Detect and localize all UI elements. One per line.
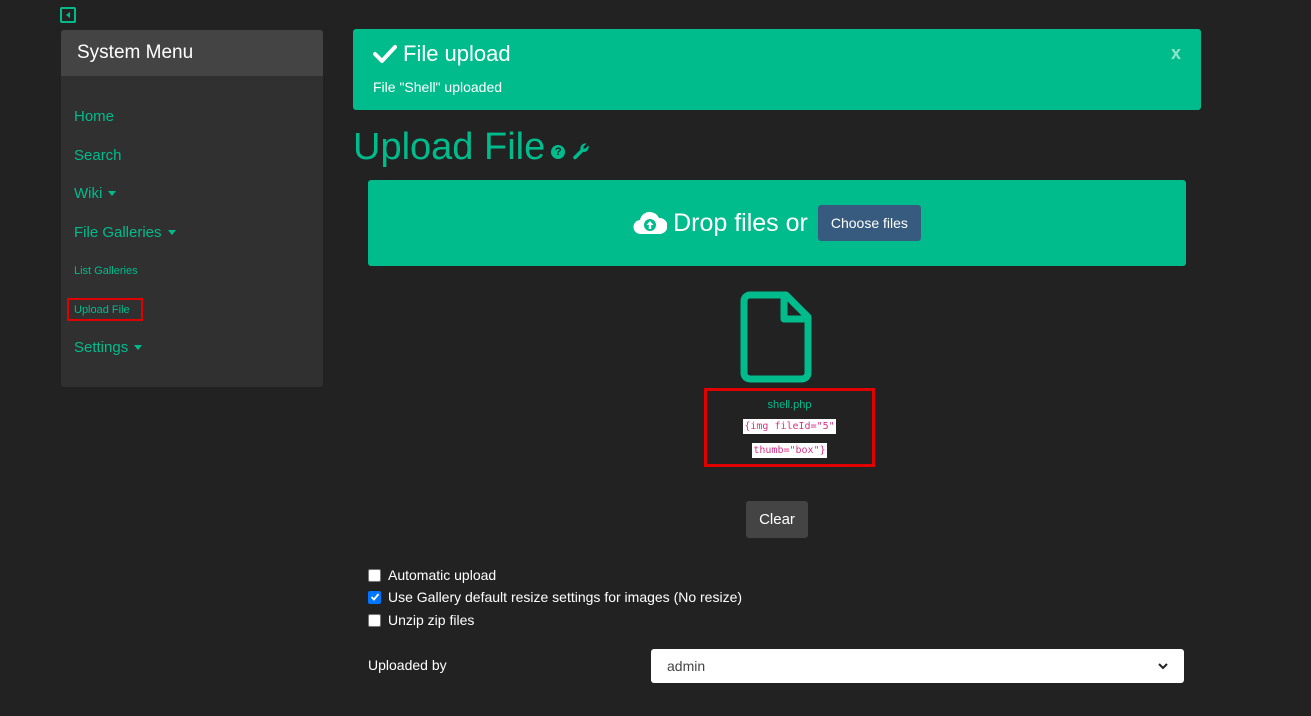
clear-button[interactable]: Clear [746,501,808,538]
sidebar-item-label: File Galleries [74,224,162,241]
caret-down-icon [134,345,143,350]
alert-title: File upload [403,41,511,66]
sidebar-item-settings[interactable]: Settings [74,339,143,356]
success-alert: File upload File "Shell" uploaded x [353,29,1201,110]
sidebar-title: System Menu [61,30,323,76]
unzip-files-checkbox[interactable] [368,613,381,627]
wrench-icon[interactable] [571,141,591,161]
file-embed-code: {img fileId="5" [743,419,836,434]
choose-files-button[interactable]: Choose files [817,205,921,241]
chevron-down-icon [1158,663,1168,670]
collapse-left-icon [66,12,70,18]
sidebar-item-search[interactable]: Search [74,147,122,164]
alert-close-button[interactable]: x [1171,43,1181,64]
checkmark-icon [370,593,379,601]
sidebar-item-label: Home [74,108,115,125]
check-icon [373,45,397,63]
dropzone-text: Drop files or [673,208,808,237]
sidebar-item-wiki[interactable]: Wiki [74,185,117,202]
resize-settings-checkbox[interactable] [368,590,381,604]
sidebar-item-label: Settings [74,339,129,356]
automatic-upload-option[interactable]: Automatic upload [368,567,496,583]
alert-title-row: File upload [373,41,1181,67]
sidebar-item-label: List Galleries [74,265,138,277]
uploaded-file-preview: shell.php {img fileId="5" thumb="box"} [704,388,875,467]
caret-down-icon [167,230,176,235]
help-icon[interactable]: ? [551,144,566,159]
page-title-row: Upload File ? [353,126,591,169]
option-label: Unzip zip files [388,612,475,628]
sidebar: System Menu Home Search Wiki File Galler… [61,30,323,387]
cloud-upload-icon [633,211,668,235]
uploaded-by-label: Uploaded by [368,657,447,673]
file-dropzone[interactable]: Drop files or Choose files [368,180,1186,266]
sidebar-item-list-galleries[interactable]: List Galleries [74,265,138,277]
unzip-files-option[interactable]: Unzip zip files [368,612,474,628]
page-title: Upload File [353,126,546,168]
option-label: Automatic upload [388,567,497,583]
file-embed-code: thumb="box"} [752,443,827,458]
alert-message: File "Shell" uploaded [373,79,503,95]
automatic-upload-checkbox[interactable] [368,568,381,582]
file-name[interactable]: shell.php [767,399,811,411]
highlight-box [67,298,143,321]
sidebar-item-file-galleries[interactable]: File Galleries [74,224,176,241]
sidebar-item-label: Search [74,147,122,164]
sidebar-item-label: Wiki [74,185,103,202]
uploaded-by-select[interactable]: admin [651,649,1184,683]
resize-settings-option[interactable]: Use Gallery default resize settings for … [368,589,742,605]
file-icon [740,291,812,383]
sidebar-toggle-button[interactable] [60,7,76,23]
option-label: Use Gallery default resize settings for … [388,589,743,605]
uploaded-by-value: admin [667,658,706,674]
sidebar-item-home[interactable]: Home [74,108,114,125]
caret-down-icon [108,191,117,196]
